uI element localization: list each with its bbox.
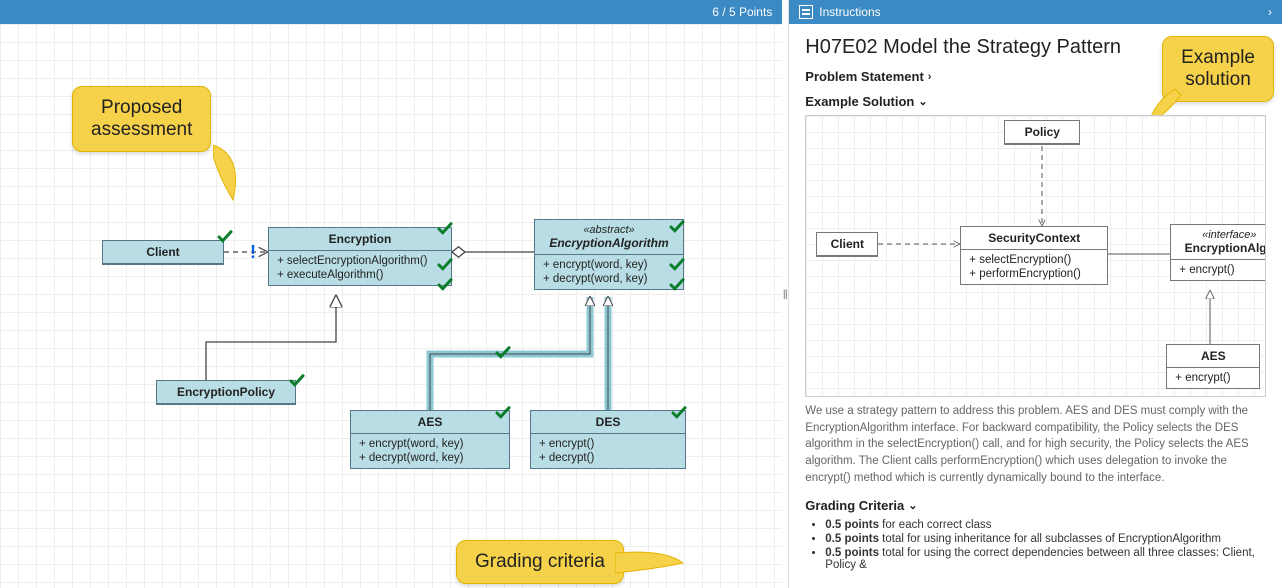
- class-des[interactable]: DES + encrypt() + decrypt(): [530, 410, 686, 469]
- sol-ea-body: + encrypt(): [1171, 260, 1266, 280]
- check-icon: [668, 276, 686, 294]
- section-label: Problem Statement: [805, 69, 923, 84]
- instructions-content: H07E02 Model the Strategy Pattern Proble…: [789, 24, 1282, 588]
- sol-aes-name: AES: [1167, 345, 1259, 368]
- sol-aes-body: + encrypt(): [1167, 368, 1259, 388]
- class-ep-name: EncryptionPolicy: [157, 381, 295, 404]
- submission-canvas[interactable]: Client Encryption + selectEncryptionAlgo…: [0, 24, 782, 588]
- op: + encrypt(): [1175, 372, 1251, 384]
- stereotype: «abstract»: [543, 224, 675, 236]
- op: + encrypt(word, key): [543, 259, 675, 271]
- sol-class-policy[interactable]: Policy: [1004, 120, 1080, 145]
- warning-icon: !: [250, 242, 262, 263]
- check-icon: [288, 372, 306, 390]
- class-encryption[interactable]: Encryption + selectEncryptionAlgorithm()…: [268, 227, 452, 286]
- sol-sc-name: SecurityContext: [961, 227, 1107, 250]
- chevron-right-icon: ›: [928, 71, 932, 83]
- grading-item: 0.5 points for each correct class: [825, 519, 1266, 531]
- submission-header: 6 / 5 Points: [0, 0, 782, 24]
- sol-sc-body: + selectEncryption() + performEncryption…: [961, 250, 1107, 284]
- instructions-header: Instructions ›: [789, 0, 1282, 24]
- check-icon: [436, 276, 454, 294]
- op: + decrypt(word, key): [359, 452, 501, 464]
- op: + performEncryption(): [969, 268, 1099, 280]
- section-label: Example Solution: [805, 94, 914, 109]
- class-ea-name: EncryptionAlgorithm: [543, 236, 675, 250]
- class-aes-name: AES: [351, 411, 509, 434]
- grading-criteria-toggle[interactable]: Grading Criteria ⌄: [805, 498, 1266, 513]
- collapse-icon[interactable]: ›: [1268, 5, 1272, 19]
- callout-line: solution: [1181, 69, 1255, 91]
- points: 0.5 points: [825, 533, 879, 545]
- class-encryption-body: + selectEncryptionAlgorithm() + executeA…: [269, 251, 451, 285]
- text: total for using the correct dependencies…: [825, 547, 1255, 571]
- class-ea-head: «abstract» EncryptionAlgorithm: [535, 220, 683, 255]
- text: for each correct class: [879, 519, 991, 531]
- grading-criteria-list: 0.5 points for each correct class 0.5 po…: [825, 519, 1266, 571]
- stereotype: «interface»: [1179, 229, 1266, 241]
- callout-line: Proposed: [91, 97, 192, 119]
- op: + selectEncryptionAlgorithm(): [277, 255, 443, 267]
- solution-explanation: We use a strategy pattern to address thi…: [805, 403, 1266, 486]
- chevron-down-icon: ⌄: [908, 499, 917, 512]
- callout-tail-icon: [213, 145, 253, 205]
- class-encryption-policy[interactable]: EncryptionPolicy: [156, 380, 296, 405]
- callout-text: Grading criteria: [475, 551, 605, 572]
- sol-class-security-context[interactable]: SecurityContext + selectEncryption() + p…: [960, 226, 1108, 285]
- check-icon: [670, 404, 688, 422]
- check-icon: [668, 256, 686, 274]
- section-label: Grading Criteria: [805, 498, 904, 513]
- sol-ea-head: «interface» EncryptionAlgo: [1171, 225, 1266, 260]
- class-encryption-name: Encryption: [269, 228, 451, 251]
- class-client-name: Client: [103, 241, 223, 264]
- sol-class-client[interactable]: Client: [816, 232, 878, 257]
- op: + selectEncryption(): [969, 254, 1099, 266]
- chevron-down-icon: ⌄: [918, 95, 927, 108]
- op: + encrypt(): [1179, 264, 1266, 276]
- text: total for using inheritance for all subc…: [879, 533, 1221, 545]
- grading-item: 0.5 points total for using inheritance f…: [825, 533, 1266, 545]
- callout-example-solution: Example solution: [1162, 36, 1274, 102]
- callout-grading-criteria: Grading criteria: [456, 540, 624, 584]
- op: + encrypt(word, key): [359, 438, 501, 450]
- submission-pane: 6 / 5 Points: [0, 0, 782, 588]
- points: 0.5 points: [825, 547, 879, 559]
- check-icon: [668, 218, 686, 236]
- check-icon: [436, 256, 454, 274]
- op: + executeAlgorithm(): [277, 269, 443, 281]
- class-des-name: DES: [531, 411, 685, 434]
- op: + decrypt(): [539, 452, 677, 464]
- callout-tail-icon: [615, 549, 685, 577]
- class-aes-body: + encrypt(word, key) + decrypt(word, key…: [351, 434, 509, 468]
- instructions-label: Instructions: [819, 5, 880, 19]
- class-aes[interactable]: AES + encrypt(word, key) + decrypt(word,…: [350, 410, 510, 469]
- op: + decrypt(word, key): [543, 273, 675, 285]
- sol-class-encryption-algo[interactable]: «interface» EncryptionAlgo + encrypt(): [1170, 224, 1266, 281]
- check-icon: [216, 228, 234, 246]
- sol-client-name: Client: [817, 233, 877, 256]
- class-des-body: + encrypt() + decrypt(): [531, 434, 685, 468]
- solution-canvas[interactable]: Policy Client SecurityContext + selectEn…: [805, 115, 1266, 397]
- points-display: 6 / 5 Points: [712, 5, 772, 19]
- callout-line: Example: [1181, 47, 1255, 69]
- check-icon: [494, 344, 512, 362]
- grading-item: 0.5 points total for using the correct d…: [825, 547, 1266, 571]
- class-ea-body: + encrypt(word, key) + decrypt(word, key…: [535, 255, 683, 289]
- op: + encrypt(): [539, 438, 677, 450]
- sol-ea-name: EncryptionAlgo: [1179, 241, 1266, 255]
- points: 0.5 points: [825, 519, 879, 531]
- class-client[interactable]: Client: [102, 240, 224, 265]
- instructions-icon: [799, 5, 813, 19]
- instructions-pane: Instructions › H07E02 Model the Strategy…: [788, 0, 1282, 588]
- class-encryption-algorithm[interactable]: «abstract» EncryptionAlgorithm + encrypt…: [534, 219, 684, 290]
- sol-class-aes[interactable]: AES + encrypt(): [1166, 344, 1260, 389]
- sol-policy-name: Policy: [1005, 121, 1079, 144]
- check-icon: [494, 404, 512, 422]
- callout-line: assessment: [91, 119, 192, 141]
- callout-proposed-assessment: Proposed assessment: [72, 86, 211, 152]
- check-icon: [436, 220, 454, 238]
